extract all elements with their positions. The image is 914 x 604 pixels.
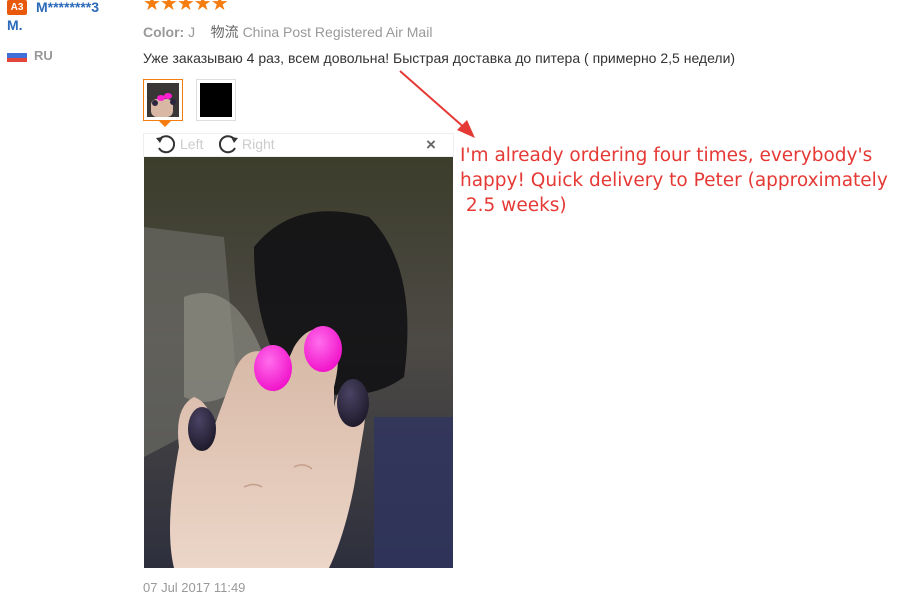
rotate-left-button[interactable]: Left bbox=[154, 134, 203, 154]
star-rating: ★★★★★ bbox=[143, 0, 229, 15]
shipping-value: China Post Registered Air Mail bbox=[242, 24, 433, 40]
russia-flag-icon bbox=[7, 49, 27, 62]
review-photo-thumb-2[interactable] bbox=[196, 79, 236, 121]
shipping-label: 物流 bbox=[210, 24, 239, 40]
review-date: 07 Jul 2017 11:49 bbox=[143, 580, 246, 595]
thumb-hand-image bbox=[147, 83, 179, 117]
translation-annotation: I'm already ordering four times, everybo… bbox=[460, 143, 910, 218]
hand-manicure-image bbox=[144, 157, 453, 568]
review-photo-large bbox=[144, 157, 453, 568]
review-photo-thumb-1[interactable] bbox=[143, 79, 183, 121]
annotation-line-1: I'm already ordering four times, everybo… bbox=[460, 145, 873, 166]
annotation-line-2: happy! Quick delivery to Peter (approxim… bbox=[460, 170, 888, 191]
order-meta: Color: J 物流 China Post Registered Air Ma… bbox=[143, 22, 432, 42]
review-text: Уже заказываю 4 раз, всем довольна! Быст… bbox=[143, 50, 736, 66]
color-value: J bbox=[188, 24, 196, 40]
rotate-left-icon bbox=[156, 135, 176, 154]
level-badge: A3 bbox=[7, 0, 27, 15]
color-label: Color: bbox=[143, 24, 185, 40]
rotate-right-icon bbox=[218, 135, 238, 154]
rotate-left-label: Left bbox=[180, 136, 204, 152]
reviewer-name-initial[interactable]: M. bbox=[7, 17, 23, 33]
reviewer-country: RU bbox=[34, 48, 53, 63]
annotation-arrow-icon bbox=[399, 70, 475, 138]
annotation-line-3: 2.5 weeks) bbox=[460, 195, 567, 216]
rotate-right-button[interactable]: Right bbox=[216, 134, 275, 154]
thumb-active-pointer bbox=[159, 121, 171, 127]
reviewer-name[interactable]: M********3 bbox=[36, 0, 99, 16]
rotate-right-label: Right bbox=[242, 136, 275, 152]
